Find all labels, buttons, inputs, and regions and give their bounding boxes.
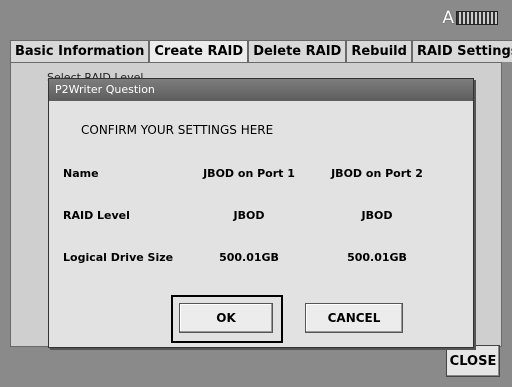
raid-level-port2-value: JBOD (361, 209, 393, 222)
raid-level-label: RAID Level (63, 209, 130, 222)
cancel-button[interactable]: CANCEL (305, 303, 403, 333)
tab-raid-settings[interactable]: RAID Settings (411, 40, 512, 62)
name-label: Name (63, 167, 99, 180)
tab-basic-information[interactable]: Basic Information (10, 40, 150, 62)
confirm-dialog: P2Writer Question CONFIRM YOUR SETTINGS … (48, 78, 474, 348)
name-port1-value: JBOD on Port 1 (203, 167, 295, 180)
drive-size-port1-value: 500.01GB (219, 251, 279, 264)
raid-level-port1-value: JBOD (233, 209, 265, 222)
dialog-title: P2Writer Question (49, 79, 473, 101)
tab-bar: Basic Information Create RAID Delete RAI… (10, 40, 512, 64)
battery-icon (456, 11, 498, 25)
close-button[interactable]: CLOSE (446, 345, 500, 377)
tab-rebuild[interactable]: Rebuild (346, 40, 412, 62)
confirm-heading: CONFIRM YOUR SETTINGS HERE (81, 123, 274, 137)
status-indicator: A (442, 8, 498, 28)
logical-drive-size-label: Logical Drive Size (63, 251, 174, 264)
ok-button[interactable]: OK (179, 303, 273, 333)
tab-delete-raid[interactable]: Delete RAID (248, 40, 347, 62)
indicator-letter: A (442, 8, 454, 28)
name-port2-value: JBOD on Port 2 (331, 167, 423, 180)
drive-size-port2-value: 500.01GB (347, 251, 407, 264)
tab-create-raid[interactable]: Create RAID (149, 40, 249, 64)
